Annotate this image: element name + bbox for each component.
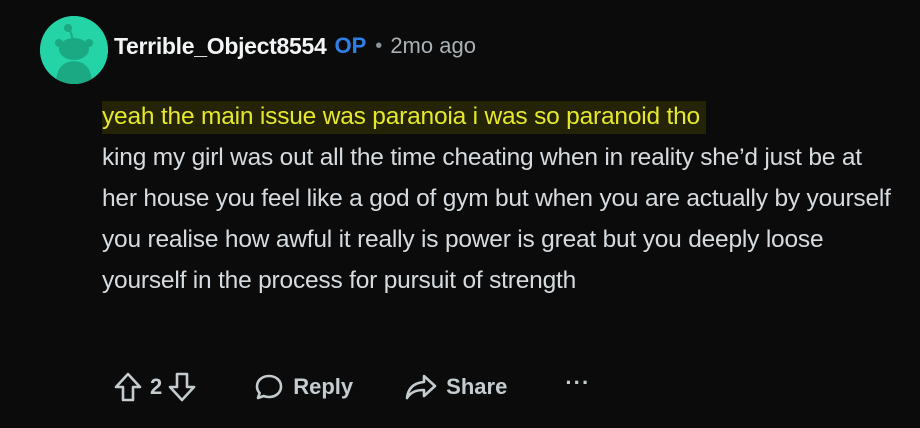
avatar[interactable] bbox=[40, 16, 108, 84]
downvote-arrow-icon bbox=[168, 372, 196, 402]
comment: Terrible_Object8554 OP • 2mo ago yeah th… bbox=[0, 0, 920, 428]
reply-label: Reply bbox=[293, 374, 354, 399]
reddit-snoo-avatar-icon bbox=[40, 16, 108, 84]
upvote-arrow-icon bbox=[114, 372, 142, 402]
speech-bubble-icon bbox=[255, 374, 283, 400]
timestamp[interactable]: 2mo ago bbox=[390, 33, 476, 59]
op-badge: OP bbox=[334, 33, 367, 58]
upvote-button[interactable] bbox=[110, 369, 146, 405]
comment-actions: 2 Reply Share ··· bbox=[110, 366, 590, 408]
separator-dot: • bbox=[375, 34, 383, 57]
highlighted-text: yeah the main issue was paranoia i was s… bbox=[102, 101, 706, 134]
comment-body: yeah the main issue was paranoia i was s… bbox=[102, 96, 892, 301]
share-arrow-icon bbox=[405, 374, 437, 400]
share-button[interactable]: Share bbox=[405, 373, 507, 401]
comment-header: Terrible_Object8554 OP • 2mo ago bbox=[114, 30, 476, 62]
vote-group: 2 bbox=[110, 369, 200, 405]
share-label: Share bbox=[446, 374, 508, 399]
reply-button[interactable]: Reply bbox=[254, 372, 353, 402]
comment-text: king my girl was out all the time cheati… bbox=[102, 144, 891, 294]
vote-count: 2 bbox=[150, 374, 163, 399]
downvote-button[interactable] bbox=[164, 369, 200, 405]
author-username[interactable]: Terrible_Object8554 bbox=[114, 33, 327, 60]
more-options-button[interactable]: ··· bbox=[565, 370, 590, 404]
